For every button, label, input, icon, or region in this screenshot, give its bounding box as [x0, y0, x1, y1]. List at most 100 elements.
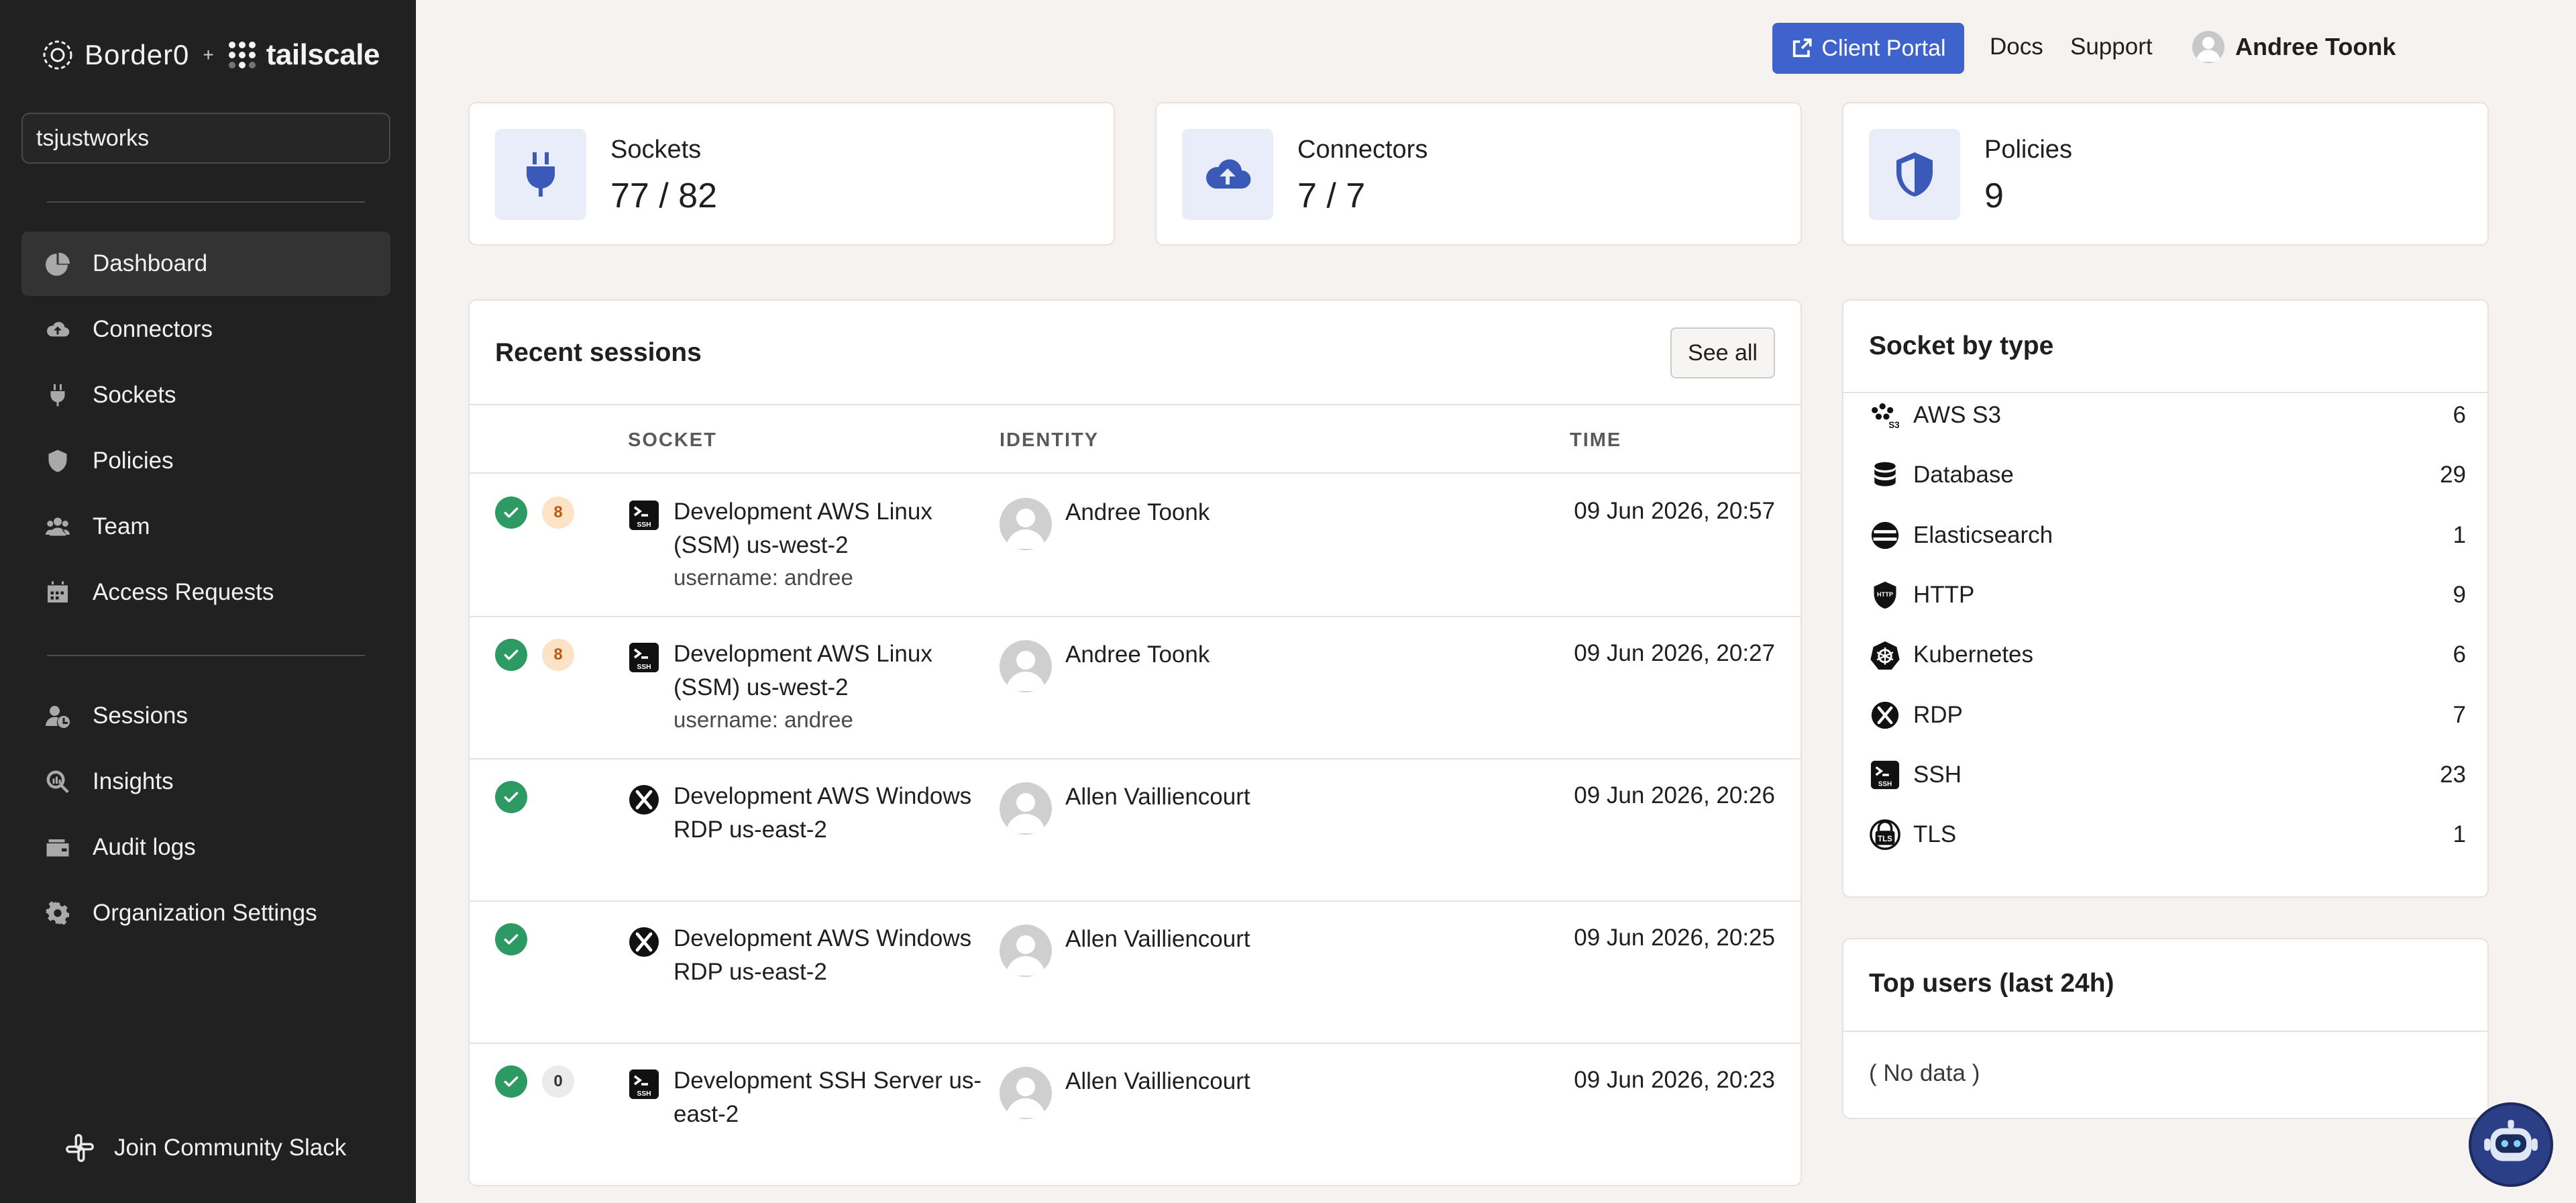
success-check-icon — [495, 639, 527, 671]
socket-name[interactable]: Development SSH Server us-east-2 — [674, 1064, 989, 1131]
users-icon — [44, 513, 71, 540]
avatar — [1000, 782, 1052, 835]
socket-type-row[interactable]: S3 AWS S3 6 — [1869, 395, 2466, 435]
identity-cell: Andree Toonk — [1000, 640, 1210, 692]
calendar-icon — [44, 579, 71, 606]
brand-logo[interactable]: Border0 + tailscale — [40, 35, 380, 75]
identity-name: Andree Toonk — [1065, 499, 1210, 525]
socket-type-count: 6 — [2453, 641, 2466, 668]
sidebar-item-label: Access Requests — [93, 579, 274, 605]
sidebar-item-sockets[interactable]: Sockets — [21, 363, 390, 427]
stat-card-policies[interactable]: Policies 9 — [1842, 102, 2489, 246]
shield-icon — [44, 448, 71, 474]
session-time: 09 Jun 2026, 20:57 — [1574, 498, 1775, 524]
avatar — [1000, 1067, 1052, 1119]
robot-icon — [2484, 1120, 2538, 1161]
top-users-empty: ( No data ) — [1869, 1060, 1980, 1086]
chat-assistant-button[interactable] — [2469, 1102, 2553, 1187]
socket-type-label: Kubernetes — [1913, 641, 2034, 668]
sidebar-item-connectors[interactable]: Connectors — [21, 297, 390, 362]
ssh-terminal-icon: SSH — [628, 499, 660, 531]
socket-name[interactable]: Development AWS Linux (SSM) us-west-2 — [674, 637, 989, 704]
gear-icon — [44, 900, 71, 927]
socket-name[interactable]: Development AWS Windows RDP us-east-2 — [674, 780, 989, 847]
aws-s3-icon: S3 — [1869, 399, 1901, 431]
see-all-button[interactable]: See all — [1670, 327, 1775, 378]
stat-value: 7 / 7 — [1297, 176, 1366, 215]
event-count-badge: 8 — [542, 639, 574, 671]
table-row[interactable]: 8 SSH Development AWS Linux (SSM) us-west-… — [470, 475, 1801, 617]
table-row[interactable]: Development AWS Windows RDP us-east-2 All… — [470, 760, 1801, 902]
plug-icon — [495, 129, 586, 220]
sidebar-item-policies[interactable]: Policies — [21, 429, 390, 493]
sidebar-item-access-requests[interactable]: Access Requests — [21, 560, 390, 625]
kubernetes-icon — [1869, 639, 1901, 671]
ssh-terminal-icon: SSH — [1869, 759, 1901, 791]
sidebar-item-dashboard[interactable]: Dashboard — [21, 231, 390, 296]
success-check-icon — [495, 1065, 527, 1098]
socket-type-row[interactable]: Kubernetes 6 — [1869, 635, 2466, 675]
identity-name: Allen Vailliencourt — [1065, 784, 1250, 810]
stat-card-sockets[interactable]: Sockets 77 / 82 — [468, 102, 1115, 246]
socket-by-type-card: Socket by type S3 AWS S3 6 Database 29 Elasti… — [1842, 299, 2489, 898]
docs-link[interactable]: Docs — [1990, 34, 2043, 60]
support-link[interactable]: Support — [2070, 34, 2153, 60]
join-slack-link[interactable]: Join Community Slack — [64, 1133, 346, 1163]
socket-name[interactable]: Development AWS Windows RDP us-east-2 — [674, 922, 989, 989]
socket-type-row[interactable]: Elasticsearch 1 — [1869, 515, 2466, 556]
socket-type-count: 23 — [2440, 761, 2466, 788]
organization-selector[interactable]: tsjustworks — [21, 113, 390, 164]
external-link-icon — [1793, 38, 1812, 58]
table-row[interactable]: 0 SSH Development SSH Server us-east-2 Alle… — [470, 1044, 1801, 1186]
socket-type-label: TLS — [1913, 821, 1957, 848]
sidebar-item-insights[interactable]: Insights — [21, 749, 390, 814]
rdp-icon — [628, 784, 660, 816]
recent-sessions-title: Recent sessions — [495, 338, 702, 367]
sidebar-item-organization-settings[interactable]: Organization Settings — [21, 881, 390, 945]
socket-type-count: 9 — [2453, 581, 2466, 608]
stat-value: 9 — [1984, 176, 2004, 215]
column-identity: IDENTITY — [1000, 429, 1099, 451]
svg-text:SSH: SSH — [637, 521, 651, 529]
stat-card-connectors[interactable]: Connectors 7 / 7 — [1155, 102, 1802, 246]
user-clock-icon — [44, 702, 71, 729]
socket-type-row[interactable]: TLS TLS 1 — [1869, 815, 2466, 855]
sidebar-item-label: Team — [93, 513, 150, 539]
client-portal-button[interactable]: Client Portal — [1772, 23, 1964, 74]
brand-secondary: tailscale — [266, 38, 380, 71]
socket-type-count: 29 — [2440, 462, 2466, 488]
ssh-terminal-icon: SSH — [628, 1068, 660, 1100]
join-slack-label: Join Community Slack — [114, 1135, 347, 1161]
session-time: 09 Jun 2026, 20:27 — [1574, 640, 1775, 666]
shield-icon — [1869, 129, 1960, 220]
socket-type-row[interactable]: HTTP HTTP 9 — [1869, 575, 2466, 615]
identity-cell: Allen Vailliencourt — [1000, 925, 1250, 977]
session-time: 09 Jun 2026, 20:25 — [1574, 925, 1775, 951]
stat-title: Policies — [1984, 136, 2072, 164]
svg-text:TLS: TLS — [1878, 835, 1892, 843]
session-time: 09 Jun 2026, 20:23 — [1574, 1067, 1775, 1093]
socket-type-count: 7 — [2453, 701, 2466, 728]
sidebar-item-team[interactable]: Team — [21, 494, 390, 559]
socket-type-row[interactable]: RDP 7 — [1869, 695, 2466, 735]
svg-text:SSH: SSH — [637, 664, 651, 671]
user-menu[interactable]: Andree Toonk — [2192, 31, 2396, 63]
socket-type-row[interactable]: SSH SSH 23 — [1869, 755, 2466, 795]
svg-text:HTTP: HTTP — [1877, 591, 1893, 598]
plug-icon — [44, 382, 71, 409]
cloud-upload-icon — [1182, 129, 1273, 220]
card-divider — [1843, 392, 2487, 393]
success-check-icon — [495, 923, 527, 955]
table-row[interactable]: Development AWS Windows RDP us-east-2 All… — [470, 902, 1801, 1044]
socket-type-row[interactable]: Database 29 — [1869, 455, 2466, 495]
svg-text:SSH: SSH — [637, 1090, 651, 1098]
socket-name[interactable]: Development AWS Linux (SSM) us-west-2 — [674, 495, 989, 562]
chart-pie-icon — [44, 250, 71, 277]
tls-icon: TLS — [1869, 819, 1901, 851]
table-row[interactable]: 8 SSH Development AWS Linux (SSM) us-west-… — [470, 617, 1801, 760]
stat-title: Connectors — [1297, 136, 1428, 164]
sidebar-item-audit-logs[interactable]: Audit logs — [21, 815, 390, 880]
sidebar-item-label: Audit logs — [93, 834, 196, 860]
rdp-icon — [1869, 699, 1901, 731]
sidebar-item-sessions[interactable]: Sessions — [21, 684, 390, 748]
